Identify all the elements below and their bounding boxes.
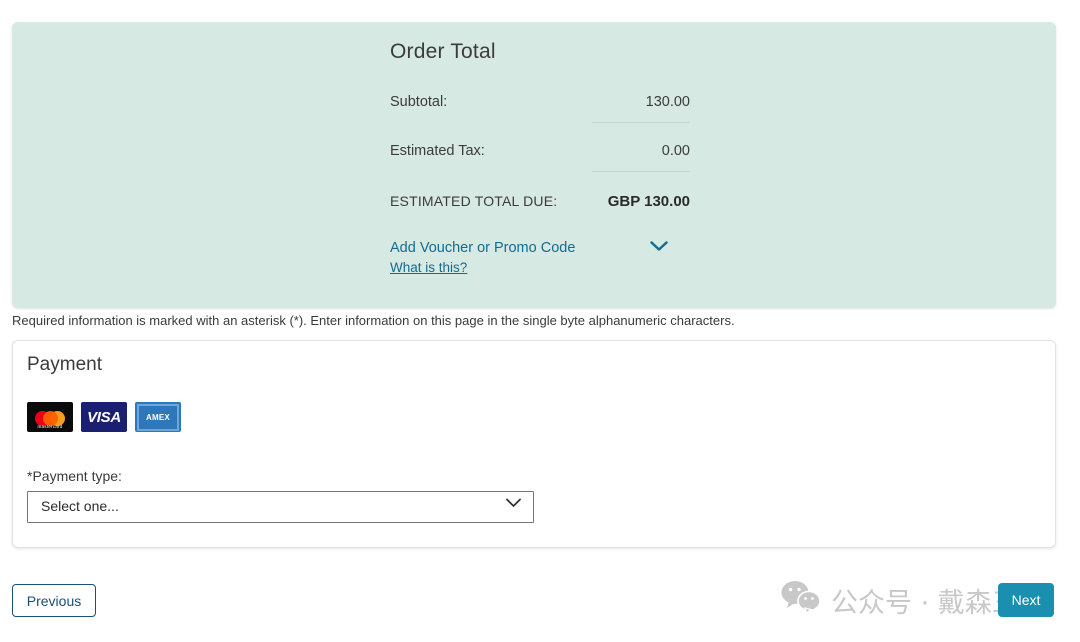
accepted-card-logos: mastercard VISA AMEX <box>27 402 181 432</box>
subtotal-label: Subtotal: <box>390 94 448 110</box>
wechat-icon <box>780 580 822 621</box>
estimated-total-due-value: GBP 130.00 <box>607 193 690 210</box>
estimated-tax-row: Estimated Tax: 0.00 <box>390 143 690 172</box>
estimated-tax-value: 0.00 <box>661 143 690 159</box>
subtotal-row: Subtotal: 130.00 <box>390 94 690 123</box>
mastercard-logo: mastercard <box>27 402 73 432</box>
payment-section: Payment mastercard VISA AMEX *Payment ty… <box>12 340 1056 548</box>
mastercard-logo-text: mastercard <box>37 424 63 429</box>
add-voucher-link[interactable]: Add Voucher or Promo Code <box>390 240 575 256</box>
amex-logo: AMEX <box>135 402 181 432</box>
amex-logo-text: AMEX <box>146 412 170 422</box>
order-total-panel: Order Total Subtotal: 130.00 Estimated T… <box>12 22 1056 308</box>
previous-button[interactable]: Previous <box>12 584 96 617</box>
subtotal-value: 130.00 <box>645 94 690 110</box>
watermark-text: 公众号 · 戴森三 <box>831 588 1019 619</box>
required-information-note: Required information is marked with an a… <box>12 313 735 328</box>
chevron-down-icon[interactable] <box>505 497 522 513</box>
chevron-down-icon[interactable] <box>650 240 668 256</box>
wechat-watermark: 公众号 · 戴森三 <box>780 580 1019 621</box>
voucher-block: Add Voucher or Promo Code What is this? <box>390 239 680 275</box>
order-total-title: Order Total <box>390 40 496 63</box>
next-button[interactable]: Next <box>998 583 1054 617</box>
estimated-total-due-label: ESTIMATED TOTAL DUE: <box>390 193 558 209</box>
payment-title: Payment <box>27 354 102 375</box>
visa-logo: VISA <box>81 402 127 432</box>
visa-logo-text: VISA <box>87 408 121 426</box>
estimated-total-due-row: ESTIMATED TOTAL DUE: GBP 130.00 <box>390 193 690 210</box>
payment-type-label: *Payment type: <box>27 468 122 484</box>
estimated-tax-label: Estimated Tax: <box>390 143 485 159</box>
order-total-content: Order Total Subtotal: 130.00 Estimated T… <box>390 40 690 275</box>
what-is-this-link[interactable]: What is this? <box>390 260 680 275</box>
amex-frame: AMEX <box>137 403 179 431</box>
payment-type-select[interactable]: Select one... <box>27 491 534 523</box>
payment-type-selected-value: Select one... <box>41 498 119 514</box>
